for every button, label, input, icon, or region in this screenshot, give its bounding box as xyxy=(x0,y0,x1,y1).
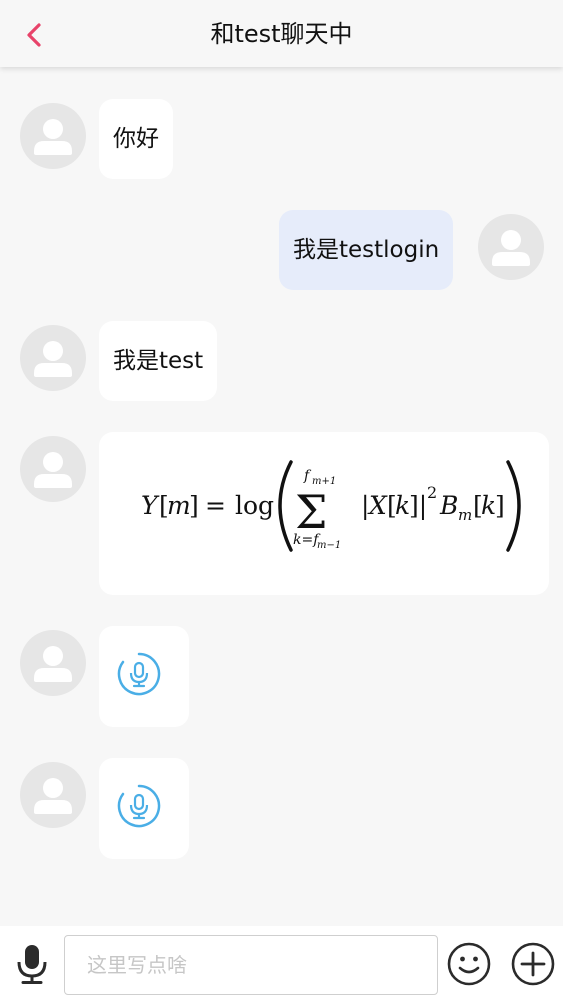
svg-text:2: 2 xyxy=(427,483,437,502)
user-avatar-icon xyxy=(20,436,86,502)
svg-text:f: f xyxy=(303,468,312,484)
formula-image: Y [ m ] = log f m+1 Σ k=f m−1 | X [ k ]|… xyxy=(141,460,521,552)
emoji-button[interactable] xyxy=(447,942,491,986)
svg-text:]|: ]| xyxy=(409,491,427,521)
user-avatar-icon xyxy=(478,214,544,280)
message-text: 你好 xyxy=(113,126,159,152)
avatar[interactable] xyxy=(20,103,86,169)
user-avatar-icon xyxy=(20,325,86,391)
avatar[interactable] xyxy=(20,762,86,828)
svg-text:Y: Y xyxy=(141,491,160,520)
user-avatar-icon xyxy=(20,103,86,169)
page-title: 和test聊天中 xyxy=(210,20,353,48)
message-bubble[interactable]: 你好 xyxy=(99,99,173,179)
svg-text:m: m xyxy=(167,491,191,520)
message-bubble-own[interactable]: 我是testlogin xyxy=(279,210,454,290)
user-avatar-icon xyxy=(20,762,86,828)
avatar[interactable] xyxy=(20,630,86,696)
microphone-icon xyxy=(17,945,47,984)
smiley-icon xyxy=(447,942,491,986)
svg-text:X: X xyxy=(367,491,388,520)
chat-screen: 和test聊天中 你好 我是testlogin 我是test Y [m] =… xyxy=(0,0,563,996)
voice-message-icon xyxy=(117,784,161,828)
plus-circle-icon xyxy=(511,942,555,986)
voice-input-button[interactable] xyxy=(14,943,50,985)
formula-image-message[interactable]: Y [ m ] = log f m+1 Σ k=f m−1 | X [ k ]|… xyxy=(99,432,549,595)
svg-text:m: m xyxy=(458,506,472,524)
voice-message-icon xyxy=(117,652,161,696)
avatar[interactable] xyxy=(20,325,86,391)
message-bubble[interactable]: 我是test xyxy=(99,321,218,401)
svg-text:B: B xyxy=(439,491,458,520)
message-text: 我是test xyxy=(113,348,204,374)
svg-text:=: = xyxy=(205,491,226,520)
voice-message[interactable] xyxy=(99,626,189,727)
avatar[interactable] xyxy=(478,214,544,280)
message-input[interactable] xyxy=(64,935,438,995)
svg-text:Σ: Σ xyxy=(295,485,328,539)
svg-text:]: ] xyxy=(495,491,505,520)
avatar[interactable] xyxy=(20,436,86,502)
chat-header: 和test聊天中 xyxy=(0,0,563,67)
message-text: 我是testlogin xyxy=(293,237,440,263)
voice-message[interactable] xyxy=(99,758,189,859)
svg-text:log: log xyxy=(235,491,274,520)
svg-text:]: ] xyxy=(189,491,199,520)
more-options-button[interactable] xyxy=(511,942,555,986)
svg-text:k: k xyxy=(395,491,410,520)
svg-text:k: k xyxy=(481,491,496,520)
user-avatar-icon xyxy=(20,630,86,696)
svg-text:m−1: m−1 xyxy=(317,540,341,551)
